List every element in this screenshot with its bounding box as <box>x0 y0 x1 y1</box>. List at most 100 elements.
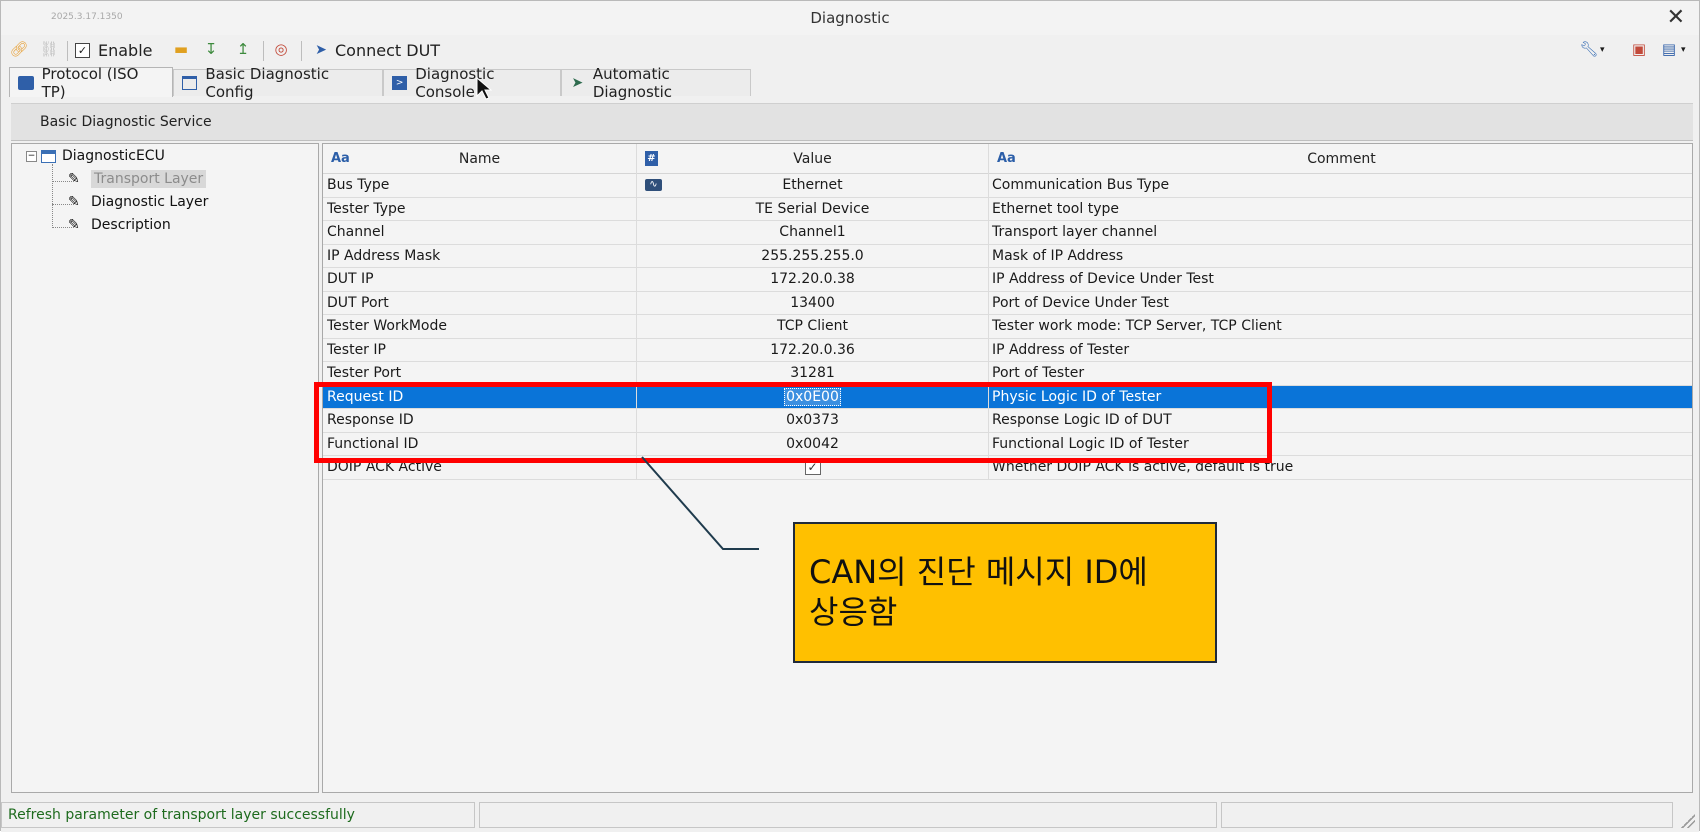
cell-value[interactable]: TE Serial Device <box>636 197 988 220</box>
link-icon[interactable]: 🔗︎ <box>9 39 29 59</box>
cell-value[interactable]: Channel1 <box>636 221 988 244</box>
cell-name[interactable]: Bus Type <box>327 174 637 197</box>
tree-node-transport-layer[interactable]: ✎ Transport Layer <box>68 170 207 188</box>
service-bar: Basic Diagnostic Service <box>11 103 1693 141</box>
tab-basic-diagnostic-config[interactable]: Basic Diagnostic Config <box>173 65 383 101</box>
status-pane-middle <box>479 802 1217 828</box>
cell-comment[interactable]: Response Logic ID of DUT <box>988 409 1692 432</box>
cell-value[interactable]: 13400 <box>636 291 988 314</box>
tree-node-diagnostic-layer[interactable]: ✎ Diagnostic Layer <box>68 194 208 210</box>
cell-comment[interactable]: Mask of IP Address <box>988 244 1692 267</box>
pencil-icon: ✎ <box>68 171 80 187</box>
resize-grip[interactable] <box>1681 814 1695 828</box>
connect-dut-button[interactable]: ➤ Connect DUT <box>311 39 440 61</box>
cell-value[interactable]: 172.20.0.36 <box>636 338 988 361</box>
layout-dropdown-icon[interactable]: ▾ <box>1681 39 1686 61</box>
table-row[interactable]: Request ID 0x0E00 Physic Logic ID of Teste… <box>323 385 1692 409</box>
title-bar: 2025.3.17.1350 Diagnostic ✕ <box>1 1 1699 35</box>
cell-name[interactable]: Response ID <box>327 409 637 432</box>
status-pane-message: Refresh parameter of transport layer suc… <box>1 802 475 828</box>
table-row[interactable]: Functional ID 0x0042 Functional Logic ID o… <box>323 432 1692 456</box>
tab-protocol[interactable]: Protocol (ISO TP) <box>9 65 173 101</box>
table-row[interactable]: Response ID 0x0373 Response Logic ID of DU… <box>323 409 1692 433</box>
cell-comment[interactable]: Physic Logic ID of Tester <box>988 385 1692 408</box>
cell-value-text: 0x0373 <box>786 412 839 429</box>
enable-checkbox[interactable]: ✓ <box>75 42 90 58</box>
collapse-icon[interactable]: − <box>26 150 37 162</box>
table-row[interactable]: Bus Type ∿ Ethernet Communication Bus Type <box>323 174 1692 198</box>
cell-name[interactable]: Functional ID <box>327 433 637 456</box>
cell-comment[interactable]: Whether DOIP ACK is active, default is t… <box>988 456 1692 479</box>
tree-node-transport-layer-label: Transport Layer <box>91 170 207 188</box>
cell-value[interactable]: 172.20.0.38 <box>636 268 988 291</box>
cell-value-text: TE Serial Device <box>755 200 870 217</box>
table-row[interactable]: DOIP ACK Active ✓ Whether DOIP ACK is acti… <box>323 456 1692 480</box>
window-close-icon[interactable]: ▣ <box>1629 39 1649 59</box>
open-folder-icon[interactable]: ▬ <box>171 39 191 59</box>
tree-node-description[interactable]: ✎ Description <box>68 217 171 233</box>
cell-name[interactable]: DUT IP <box>327 268 637 291</box>
cell-name[interactable]: Request ID <box>327 386 637 409</box>
table-row[interactable]: IP Address Mask 255.255.255.0 Mask of IP A… <box>323 244 1692 268</box>
cell-comment[interactable]: Communication Bus Type <box>988 174 1692 197</box>
cell-value[interactable]: 0x0373 <box>636 409 988 432</box>
doip-ack-checkbox[interactable]: ✓ <box>804 459 821 476</box>
unlink-icon[interactable]: ⛓︎ <box>39 39 59 59</box>
cell-comment[interactable]: Port of Device Under Test <box>988 291 1692 314</box>
cell-name[interactable]: IP Address Mask <box>327 245 637 268</box>
cell-name[interactable]: Tester Type <box>327 198 637 221</box>
cell-comment[interactable]: Port of Tester <box>988 362 1692 385</box>
cell-name[interactable]: Tester WorkMode <box>327 315 637 338</box>
table-row[interactable]: DUT IP 172.20.0.38 IP Address of Device Un… <box>323 268 1692 292</box>
cell-value[interactable]: TCP Client <box>636 315 988 338</box>
cell-value-text: 255.255.255.0 <box>761 247 864 264</box>
cell-value[interactable]: 0x0E00 <box>636 385 988 408</box>
table-row[interactable]: DUT Port 13400 Port of Device Under Test <box>323 291 1692 315</box>
cell-comment[interactable]: IP Address of Tester <box>988 338 1692 361</box>
cell-name[interactable]: Tester Port <box>327 362 637 385</box>
cell-name[interactable]: Channel <box>327 221 637 244</box>
cell-comment[interactable]: Functional Logic ID of Tester <box>988 432 1692 455</box>
cell-name[interactable]: DOIP ACK Active <box>327 456 637 479</box>
table-row[interactable]: Tester Port 31281 Port of Tester <box>323 362 1692 386</box>
cell-name[interactable]: DUT Port <box>327 292 637 315</box>
cell-value[interactable]: 31281 <box>636 362 988 385</box>
table-row[interactable]: Tester Type TE Serial Device Ethernet tool… <box>323 197 1692 221</box>
enable-toggle[interactable]: ✓ Enable <box>75 39 153 61</box>
table-row[interactable]: Channel Channel1 Transport layer channel <box>323 221 1692 245</box>
wrench-dropdown-icon[interactable]: ▾ <box>1600 39 1605 61</box>
diagnose-icon[interactable]: ◎ <box>271 39 291 59</box>
tree-root-label: DiagnosticECU <box>62 148 165 164</box>
cell-comment[interactable]: IP Address of Device Under Test <box>988 268 1692 291</box>
cell-value[interactable]: 255.255.255.0 <box>636 244 988 267</box>
window-layout-icon[interactable]: ▤ <box>1659 39 1679 59</box>
cell-comment[interactable]: Tester work mode: TCP Server, TCP Client <box>988 315 1692 338</box>
table-row[interactable]: Tester IP 172.20.0.36 IP Address of Tester <box>323 338 1692 362</box>
wrench-icon[interactable]: 🔧︎ <box>1579 39 1599 59</box>
cell-name[interactable]: Tester IP <box>327 339 637 362</box>
tab-diagnostic-console[interactable]: > Diagnostic Console <box>383 65 561 101</box>
cell-value[interactable]: 0x0042 <box>636 432 988 455</box>
status-bar: Refresh parameter of transport layer suc… <box>1 801 1699 832</box>
cell-value[interactable]: ✓ <box>636 456 988 479</box>
column-header-value[interactable]: # Value <box>636 144 988 174</box>
bus-type-icon: ∿ <box>645 179 662 191</box>
close-icon[interactable]: ✕ <box>1667 5 1685 30</box>
cell-value[interactable]: ∿ Ethernet <box>636 174 988 197</box>
tree-node-diagnosticecu[interactable]: − DiagnosticECU <box>26 148 165 164</box>
column-header-comment[interactable]: Aa Comment <box>988 144 1692 174</box>
cell-value-text: 0x0042 <box>786 435 839 452</box>
column-header-name[interactable]: Aa Name <box>323 144 636 174</box>
tab-automatic-diagnostic[interactable]: ➤ Automatic Diagnostic <box>561 65 751 101</box>
cursor-icon: ➤ <box>315 42 327 58</box>
status-pane-right <box>1221 802 1673 828</box>
export-icon[interactable]: ↥ <box>233 39 253 59</box>
cell-comment[interactable]: Transport layer channel <box>988 221 1692 244</box>
import-icon[interactable]: ↧ <box>201 39 221 59</box>
parameter-grid: Aa Name # Value Aa Comment Bus Type ∿ Ethe… <box>322 143 1693 793</box>
tab-basic-diagnostic-config-label: Basic Diagnostic Config <box>205 65 330 101</box>
cell-value-text: 172.20.0.36 <box>770 341 855 358</box>
table-row[interactable]: Tester WorkMode TCP Client Tester work mod… <box>323 315 1692 339</box>
tab-protocol-label: Protocol (ISO TP) <box>41 64 139 101</box>
cell-comment[interactable]: Ethernet tool type <box>988 197 1692 220</box>
